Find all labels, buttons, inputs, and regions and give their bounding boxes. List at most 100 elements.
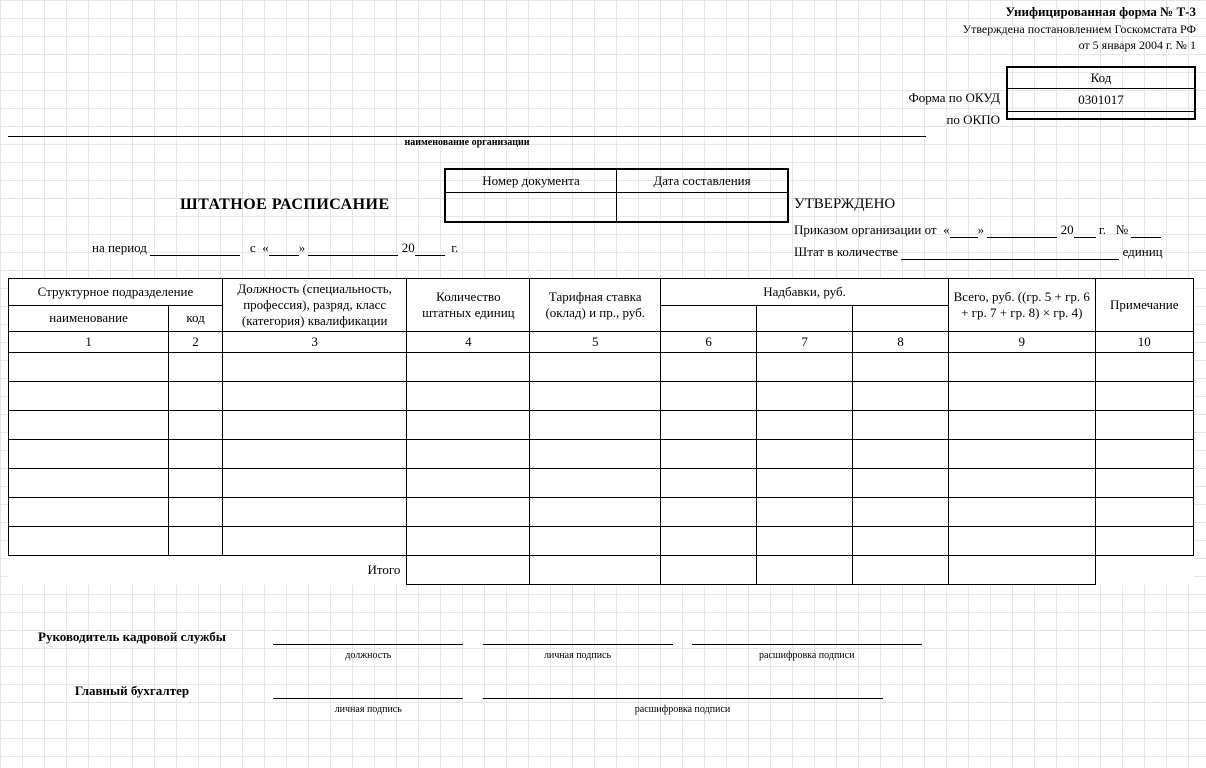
table-cell[interactable] bbox=[949, 353, 1096, 382]
table-cell[interactable] bbox=[9, 411, 169, 440]
table-cell[interactable] bbox=[853, 469, 949, 498]
table-cell[interactable] bbox=[222, 382, 407, 411]
doc-num-input[interactable] bbox=[446, 193, 617, 222]
table-cell[interactable] bbox=[9, 440, 169, 469]
table-cell[interactable] bbox=[407, 527, 530, 556]
table-cell[interactable] bbox=[407, 469, 530, 498]
table-cell[interactable] bbox=[757, 411, 853, 440]
order-year-input[interactable] bbox=[1074, 223, 1096, 238]
table-cell[interactable] bbox=[757, 498, 853, 527]
acc-signature-input[interactable] bbox=[273, 682, 463, 699]
approval-title: УТВЕРЖДЕНО bbox=[794, 196, 895, 213]
table-cell[interactable] bbox=[661, 440, 757, 469]
table-cell[interactable] bbox=[530, 440, 661, 469]
period-input[interactable] bbox=[150, 241, 240, 256]
table-cell[interactable] bbox=[530, 411, 661, 440]
table-cell[interactable] bbox=[169, 440, 223, 469]
table-cell[interactable] bbox=[407, 498, 530, 527]
table-cell[interactable] bbox=[530, 498, 661, 527]
table-cell[interactable] bbox=[222, 527, 407, 556]
table-cell[interactable] bbox=[853, 411, 949, 440]
table-cell[interactable] bbox=[169, 469, 223, 498]
order-num-input[interactable] bbox=[1131, 223, 1161, 238]
table-cell[interactable] bbox=[757, 382, 853, 411]
table-cell[interactable] bbox=[530, 382, 661, 411]
total-sum[interactable] bbox=[949, 556, 1096, 585]
total-addon2[interactable] bbox=[757, 556, 853, 585]
table-cell[interactable] bbox=[1095, 469, 1193, 498]
table-cell[interactable] bbox=[757, 353, 853, 382]
table-cell[interactable] bbox=[9, 353, 169, 382]
table-cell[interactable] bbox=[661, 498, 757, 527]
table-cell[interactable] bbox=[169, 498, 223, 527]
table-cell[interactable] bbox=[169, 527, 223, 556]
hr-signature-input[interactable] bbox=[483, 628, 673, 645]
hr-decipher-input[interactable] bbox=[692, 628, 922, 645]
table-cell[interactable] bbox=[661, 353, 757, 382]
table-cell[interactable] bbox=[9, 469, 169, 498]
table-cell[interactable] bbox=[407, 382, 530, 411]
table-cell[interactable] bbox=[949, 498, 1096, 527]
total-addon3[interactable] bbox=[853, 556, 949, 585]
table-cell[interactable] bbox=[661, 527, 757, 556]
period-year-input[interactable] bbox=[415, 241, 445, 256]
okpo-value[interactable] bbox=[1008, 112, 1194, 118]
table-cell[interactable] bbox=[853, 440, 949, 469]
acc-decipher-input[interactable] bbox=[483, 682, 883, 699]
hr-position-input[interactable] bbox=[273, 628, 463, 645]
table-cell[interactable] bbox=[853, 498, 949, 527]
table-cell[interactable] bbox=[9, 527, 169, 556]
table-cell[interactable] bbox=[661, 411, 757, 440]
okud-value[interactable]: 0301017 bbox=[1008, 89, 1194, 112]
total-addon1[interactable] bbox=[661, 556, 757, 585]
period-month-input[interactable] bbox=[308, 241, 398, 256]
table-cell[interactable] bbox=[407, 411, 530, 440]
table-cell[interactable] bbox=[9, 498, 169, 527]
table-cell[interactable] bbox=[222, 353, 407, 382]
table-cell[interactable] bbox=[222, 498, 407, 527]
table-cell[interactable] bbox=[530, 353, 661, 382]
table-cell[interactable] bbox=[407, 353, 530, 382]
table-cell[interactable] bbox=[853, 353, 949, 382]
hr-head-label: Руководитель кадровой службы bbox=[2, 629, 262, 645]
table-cell[interactable] bbox=[661, 469, 757, 498]
table-cell[interactable] bbox=[949, 440, 1096, 469]
org-name-input[interactable] bbox=[8, 126, 926, 137]
table-cell[interactable] bbox=[222, 469, 407, 498]
table-cell[interactable] bbox=[222, 440, 407, 469]
table-cell[interactable] bbox=[1095, 382, 1193, 411]
total-count[interactable] bbox=[407, 556, 530, 585]
table-cell[interactable] bbox=[853, 382, 949, 411]
table-cell[interactable] bbox=[1095, 527, 1193, 556]
order-month-input[interactable] bbox=[987, 223, 1057, 238]
table-cell[interactable] bbox=[222, 411, 407, 440]
col-total: Всего, руб. ((гр. 5 + гр. 6 + гр. 7 + гр… bbox=[949, 279, 1096, 332]
table-cell[interactable] bbox=[853, 527, 949, 556]
table-row bbox=[9, 411, 1194, 440]
staff-count-input[interactable] bbox=[901, 245, 1119, 260]
table-cell[interactable] bbox=[949, 527, 1096, 556]
col-addon3 bbox=[853, 305, 949, 332]
table-cell[interactable] bbox=[530, 527, 661, 556]
table-cell[interactable] bbox=[757, 527, 853, 556]
table-cell[interactable] bbox=[949, 411, 1096, 440]
table-cell[interactable] bbox=[757, 440, 853, 469]
table-cell[interactable] bbox=[9, 382, 169, 411]
table-cell[interactable] bbox=[169, 411, 223, 440]
table-cell[interactable] bbox=[1095, 498, 1193, 527]
table-cell[interactable] bbox=[407, 440, 530, 469]
table-cell[interactable] bbox=[530, 469, 661, 498]
total-rate[interactable] bbox=[530, 556, 661, 585]
table-cell[interactable] bbox=[757, 469, 853, 498]
doc-date-input[interactable] bbox=[617, 193, 788, 222]
order-day-input[interactable] bbox=[950, 223, 978, 238]
table-cell[interactable] bbox=[1095, 440, 1193, 469]
table-cell[interactable] bbox=[661, 382, 757, 411]
table-cell[interactable] bbox=[1095, 353, 1193, 382]
table-cell[interactable] bbox=[949, 469, 1096, 498]
table-cell[interactable] bbox=[169, 353, 223, 382]
period-day-input[interactable] bbox=[269, 241, 299, 256]
table-cell[interactable] bbox=[949, 382, 1096, 411]
table-cell[interactable] bbox=[169, 382, 223, 411]
table-cell[interactable] bbox=[1095, 411, 1193, 440]
